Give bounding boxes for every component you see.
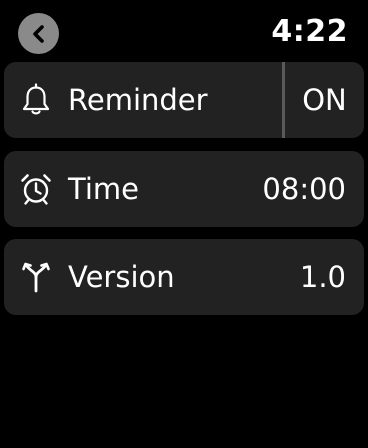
time-label: Time bbox=[68, 172, 139, 206]
version-label: Version bbox=[68, 260, 175, 294]
status-time: 4:22 bbox=[271, 14, 348, 49]
watch-screen: 4:22 Reminder ON Time 08:00 Version 1.0 bbox=[0, 0, 368, 448]
version-value: 1.0 bbox=[299, 260, 346, 294]
alarm-clock-icon bbox=[18, 171, 54, 207]
back-button[interactable] bbox=[18, 13, 59, 54]
branch-icon bbox=[18, 259, 54, 295]
bell-icon bbox=[18, 82, 54, 118]
chevron-left-icon bbox=[32, 24, 44, 43]
reminder-row[interactable]: Reminder ON bbox=[4, 62, 364, 138]
reminder-toggle[interactable]: ON bbox=[285, 62, 364, 138]
reminder-value: ON bbox=[302, 83, 347, 117]
time-value: 08:00 bbox=[262, 172, 346, 206]
version-row[interactable]: Version 1.0 bbox=[4, 239, 364, 315]
time-row[interactable]: Time 08:00 bbox=[4, 151, 364, 227]
